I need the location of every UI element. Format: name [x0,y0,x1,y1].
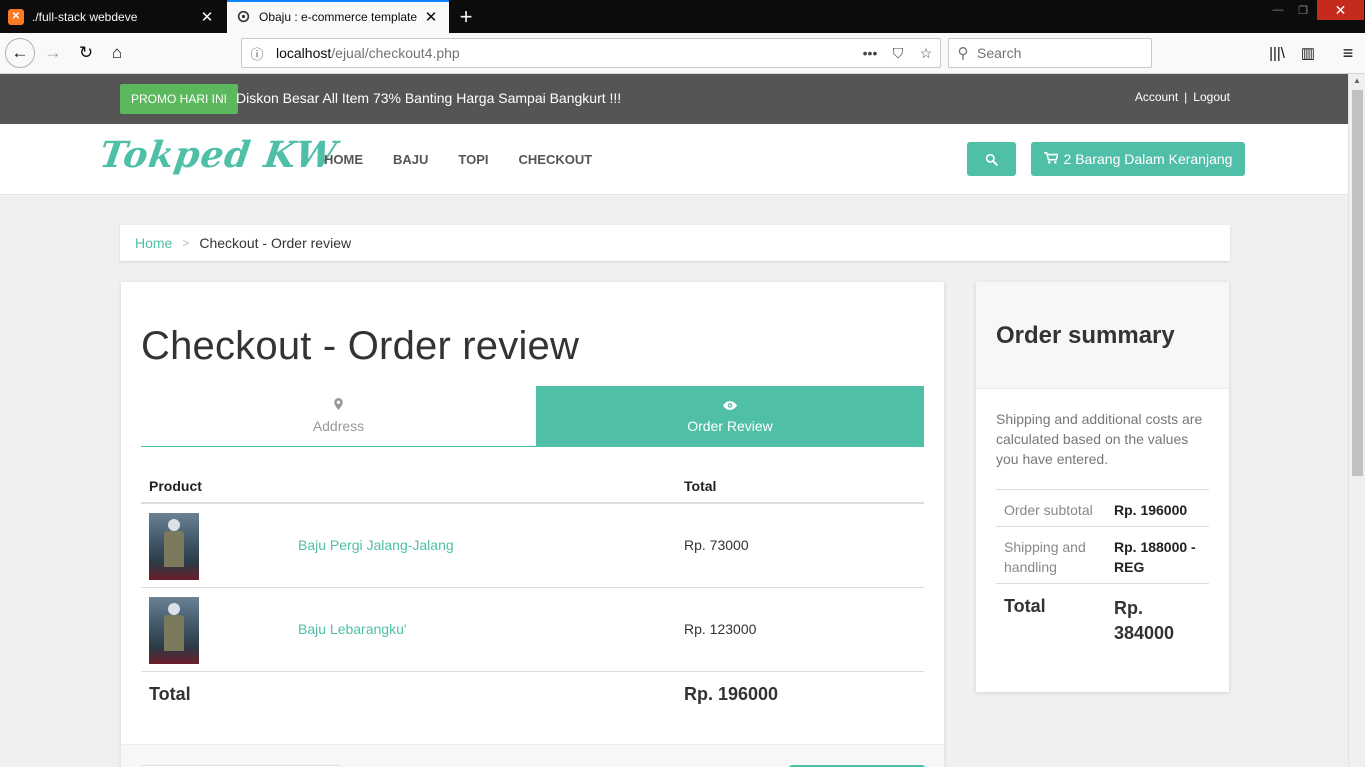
product-link[interactable]: Baju Pergi Jalang-Jalang [298,537,454,553]
summary-header: Order summary [976,282,1229,389]
step-address[interactable]: Address [141,386,536,447]
scroll-thumb[interactable] [1352,90,1363,476]
window-close-icon[interactable]: ✕ [1317,0,1364,20]
summary-row: Shipping and handling Rp. 188000 - REG [996,527,1209,584]
cart-label: 2 Barang Dalam Keranjang [1063,151,1233,167]
browser-tab-bar: ✕ ./full-stack webdeve ✕ Obaju : e-comme… [0,0,1365,33]
summary-value: Rp. 188000 - REG [1114,539,1196,575]
breadcrumb-current: Checkout - Order review [199,235,352,251]
step-label: Address [312,418,365,434]
nav-baju[interactable]: BAJU [393,152,428,167]
summary-label: Total [1004,596,1046,616]
table-header: Product Total [141,470,924,504]
forward-arrow-icon[interactable]: → [38,38,68,68]
close-icon[interactable]: ✕ [419,5,443,29]
order-table: Product Total Baju Pergi Jalang-Jalang R… [141,470,924,716]
page-viewport: PROMO HARI INI Diskon Besar All Item 73%… [0,74,1348,767]
info-icon[interactable]: ⓘ [242,44,272,63]
search-icon: ⚲ [957,45,969,62]
page-title: Checkout - Order review [141,324,580,368]
home-icon[interactable]: ⌂ [102,38,132,68]
bookmark-star-icon[interactable]: ☆ [912,45,940,62]
nav-topi[interactable]: TOPI [458,152,488,167]
product-thumbnail[interactable] [149,597,199,664]
search-button[interactable] [967,142,1016,176]
url-bar[interactable]: ⓘ localhost/ejual/checkout4.php ••• ⛉ ☆ [241,38,941,68]
globe-icon [235,9,251,25]
summary-value: Rp. 196000 [1114,502,1188,518]
tab-title: Obaju : e-commerce template [259,9,418,24]
breadcrumb-separator: > [182,236,190,250]
eye-icon [723,399,737,412]
summary-row: Order subtotal Rp. 196000 [996,490,1209,527]
browser-search-input[interactable]: ⚲ Search [948,38,1152,68]
summary-label: Order subtotal [1004,502,1093,518]
new-tab-button[interactable]: + [452,0,480,33]
close-icon[interactable]: ✕ [195,5,219,29]
product-total: Rp. 73000 [684,537,749,553]
table-row: Baju Pergi Jalang-Jalang Rp. 73000 [141,504,924,588]
xampp-icon: ✕ [8,8,24,25]
account-links: Account | Logout [1135,90,1230,104]
checkout-box-footer [121,744,944,767]
checkout-box: Checkout - Order review Address Order Re… [121,282,944,767]
link-separator: | [1184,90,1188,104]
nav-home[interactable]: HOME [324,152,363,167]
search-placeholder: Search [977,45,1022,61]
more-actions-icon[interactable]: ••• [856,45,884,61]
shopping-cart-icon [1043,151,1059,167]
product-thumbnail[interactable] [149,513,199,580]
main-nav: HOME BAJU TOPI CHECKOUT [324,152,592,167]
logout-link[interactable]: Logout [1193,90,1230,104]
url-host: localhost [276,45,332,61]
page-scrollbar[interactable]: ▲ [1348,74,1365,767]
column-header-product: Product [149,478,202,494]
summary-note: Shipping and additional costs are calcul… [996,411,1203,467]
browser-nav-bar: ← → ↻ ⌂ ⓘ localhost/ejual/checkout4.php … [0,33,1365,74]
promo-top-bar: PROMO HARI INI Diskon Besar All Item 73%… [0,74,1348,124]
table-total-label: Total [149,684,191,704]
summary-row: Total Rp. 384000 [996,584,1209,654]
promo-text: Diskon Besar All Item 73% Banting Harga … [236,90,622,106]
breadcrumb-home[interactable]: Home [135,235,172,251]
browser-tab-fullstack[interactable]: ✕ ./full-stack webdeve ✕ [0,0,225,33]
step-order-review[interactable]: Order Review [536,386,924,447]
breadcrumb: Home > Checkout - Order review [120,225,1230,261]
product-total: Rp. 123000 [684,621,757,637]
hamburger-menu-icon[interactable]: ≡ [1333,38,1363,68]
minimize-icon[interactable]: — [1267,0,1289,20]
back-arrow-icon[interactable]: ← [5,38,35,68]
nav-checkout[interactable]: CHECKOUT [519,152,593,167]
promo-badge[interactable]: PROMO HARI INI [120,84,239,114]
pocket-icon[interactable]: ⛉ [884,45,912,62]
site-logo[interactable]: Tokped KW [97,134,340,176]
summary-title: Order summary [996,322,1175,349]
table-row: Baju Lebarangku' Rp. 123000 [141,588,924,672]
scroll-up-arrow-icon[interactable]: ▲ [1349,76,1365,90]
checkout-steps: Address Order Review [141,386,924,447]
site-header: Tokped KW HOME BAJU TOPI CHECKOUT 2 Bara… [0,124,1348,195]
order-summary-box: Order summary Shipping and additional co… [976,282,1229,692]
sidebar-icon[interactable]: ▥ [1293,38,1323,68]
summary-table: Order subtotal Rp. 196000 Shipping and h… [996,489,1209,654]
url-text[interactable]: localhost/ejual/checkout4.php [272,45,856,61]
summary-label: Shipping and handling [1004,539,1086,575]
step-label: Order Review [687,418,773,434]
column-header-total: Total [684,478,717,494]
cart-button[interactable]: 2 Barang Dalam Keranjang [1031,142,1245,176]
summary-value: Rp. 384000 [1114,598,1175,643]
url-path: /ejual/checkout4.php [331,45,460,61]
table-total-value: Rp. 196000 [684,684,779,704]
reload-icon[interactable]: ↻ [71,38,101,68]
table-footer: Total Rp. 196000 [141,672,924,716]
browser-tab-obaju[interactable]: Obaju : e-commerce template ✕ [227,0,449,33]
search-icon [985,153,998,166]
account-link[interactable]: Account [1135,90,1178,104]
tab-title: ./full-stack webdeve [32,9,138,24]
product-link[interactable]: Baju Lebarangku' [298,621,407,637]
maximize-icon[interactable]: ❐ [1292,0,1314,20]
map-marker-icon [334,398,343,412]
library-icon[interactable]: |||\ [1262,38,1292,68]
